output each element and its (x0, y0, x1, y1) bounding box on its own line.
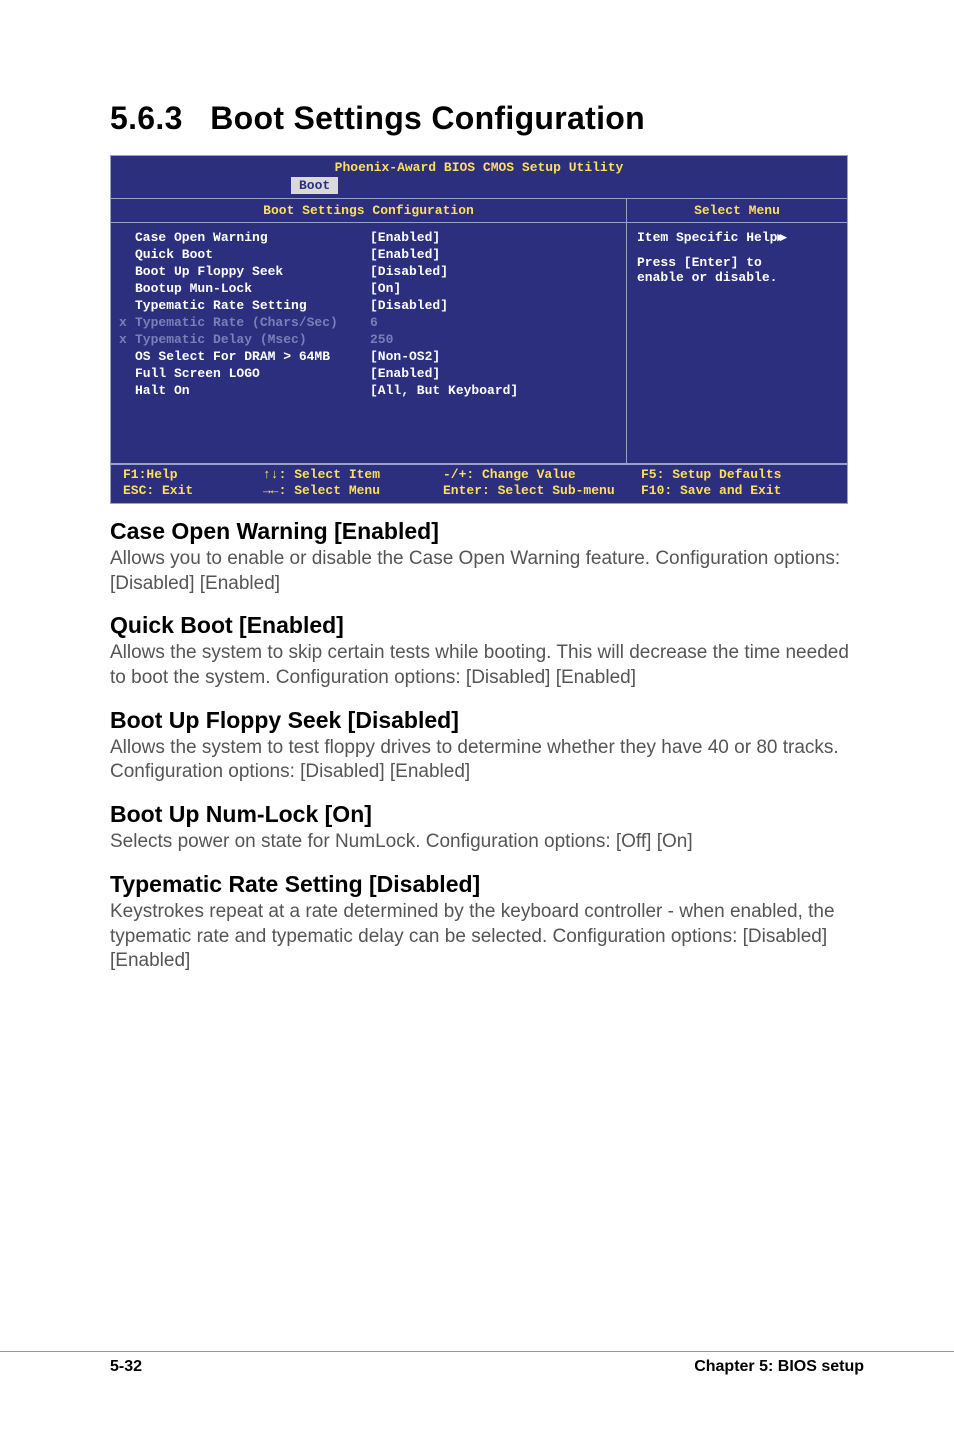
section-title: Boot Settings Configuration (210, 100, 645, 136)
bios-key-hint: ESC: Exit (123, 483, 263, 499)
chapter-label: Chapter 5: BIOS setup (694, 1358, 864, 1376)
bios-screenshot: Phoenix-Award BIOS CMOS Setup Utility Bo… (110, 155, 848, 504)
bios-row-disabled: Typematic Delay (Msec)250 (135, 331, 616, 348)
page-number: 5-32 (110, 1358, 142, 1376)
bios-help-line: Press [Enter] to (637, 255, 837, 270)
bios-row-value: [Enabled] (370, 365, 616, 382)
bios-row-value: [Disabled] (370, 263, 616, 280)
bios-tab-bar: Boot (111, 177, 847, 198)
body-paragraph: Allows the system to test floppy drives … (110, 736, 864, 785)
bios-settings-list: Case Open Warning[Enabled] Quick Boot[En… (111, 223, 626, 463)
subsection-heading: Quick Boot [Enabled] (110, 612, 864, 639)
bios-row-label: Halt On (135, 382, 370, 399)
bios-key-hint: Enter: Select Sub-menu (443, 483, 641, 499)
bios-key-hint: -/+: Change Value (443, 467, 641, 483)
bios-footer: F1:Help ESC: Exit ↑↓: Select Item →←: Se… (111, 464, 847, 503)
bios-row-value: [All, But Keyboard] (370, 382, 616, 399)
section-heading: 5.6.3 Boot Settings Configuration (110, 100, 864, 137)
bios-key-hint: ↑↓: Select Item (263, 467, 443, 483)
bios-row-label: Bootup Mun-Lock (135, 280, 370, 297)
bios-row[interactable]: Halt On[All, But Keyboard] (135, 382, 616, 399)
body-paragraph: Allows the system to skip certain tests … (110, 641, 864, 690)
bios-row-label: Typematic Rate Setting (135, 297, 370, 314)
bios-row[interactable]: OS Select For DRAM > 64MB[Non-OS2] (135, 348, 616, 365)
bios-left-header: Boot Settings Configuration (111, 199, 626, 223)
bios-row[interactable]: Boot Up Floppy Seek[Disabled] (135, 263, 616, 280)
bios-row-label: Quick Boot (135, 246, 370, 263)
subsection-heading: Boot Up Num-Lock [On] (110, 801, 864, 828)
bios-key-hint: →←: Select Menu (263, 483, 443, 499)
bios-row-label: Typematic Rate (Chars/Sec) (135, 314, 370, 331)
bios-key-hint: F5: Setup Defaults (641, 467, 841, 483)
bios-row-label: Boot Up Floppy Seek (135, 263, 370, 280)
bios-row[interactable]: Bootup Mun-Lock[On] (135, 280, 616, 297)
bios-row[interactable]: Typematic Rate Setting[Disabled] (135, 297, 616, 314)
bios-key-hint: F10: Save and Exit (641, 483, 841, 499)
bios-key-hint: F1:Help (123, 467, 263, 483)
bios-row-value: [On] (370, 280, 616, 297)
bios-row[interactable]: Case Open Warning[Enabled] (135, 229, 616, 246)
bios-row-value: [Disabled] (370, 297, 616, 314)
bios-row-label: Case Open Warning (135, 229, 370, 246)
bios-tab-boot[interactable]: Boot (291, 177, 338, 194)
bios-right-header: Select Menu (627, 199, 847, 223)
bios-help-panel: Item Specific Help▸▸ Press [Enter] to en… (627, 223, 847, 295)
section-number: 5.6.3 (110, 100, 183, 136)
bios-row-disabled: Typematic Rate (Chars/Sec)6 (135, 314, 616, 331)
bios-row[interactable]: Quick Boot[Enabled] (135, 246, 616, 263)
subsection-heading: Case Open Warning [Enabled] (110, 518, 864, 545)
page-footer: 5-32 Chapter 5: BIOS setup (0, 1351, 954, 1376)
bios-help-line: Item Specific Help (637, 230, 777, 245)
body-paragraph: Keystrokes repeat at a rate determined b… (110, 900, 864, 974)
bios-row-value: 250 (370, 331, 616, 348)
bios-row-value: 6 (370, 314, 616, 331)
bios-row[interactable]: Full Screen LOGO[Enabled] (135, 365, 616, 382)
bios-help-line: enable or disable. (637, 270, 837, 285)
body-paragraph: Allows you to enable or disable the Case… (110, 547, 864, 596)
bios-row-value: [Enabled] (370, 246, 616, 263)
bios-row-label: OS Select For DRAM > 64MB (135, 348, 370, 365)
bios-row-label: Typematic Delay (Msec) (135, 331, 370, 348)
bios-row-label: Full Screen LOGO (135, 365, 370, 382)
bios-row-value: [Enabled] (370, 229, 616, 246)
body-paragraph: Selects power on state for NumLock. Conf… (110, 830, 864, 855)
bios-row-value: [Non-OS2] (370, 348, 616, 365)
subsection-heading: Boot Up Floppy Seek [Disabled] (110, 707, 864, 734)
help-arrows-icon: ▸▸ (777, 229, 782, 244)
subsection-heading: Typematic Rate Setting [Disabled] (110, 871, 864, 898)
bios-title: Phoenix-Award BIOS CMOS Setup Utility (111, 156, 847, 177)
